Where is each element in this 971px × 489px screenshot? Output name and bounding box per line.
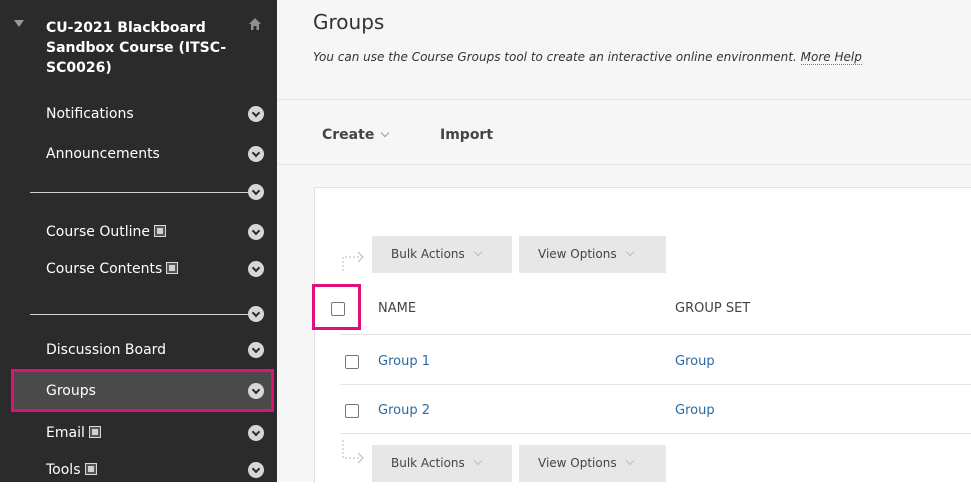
- chevron-down-icon[interactable]: [248, 462, 264, 478]
- sidebar-item-announcements[interactable]: Announcements: [0, 135, 277, 173]
- row-divider: [340, 334, 971, 335]
- bulk-arrow-icon: [342, 440, 364, 464]
- sidebar-item-label: Discussion Board: [46, 342, 167, 358]
- bulk-actions-label: Bulk Actions: [391, 247, 465, 261]
- sidebar-item-course-contents[interactable]: Course Contents: [0, 250, 277, 288]
- chevron-down-icon: [381, 128, 390, 138]
- group-set-link[interactable]: Group: [675, 403, 715, 418]
- sidebar-item-label: Course Contents: [46, 261, 163, 277]
- sidebar-item-discussion-board[interactable]: Discussion Board: [0, 331, 277, 369]
- chevron-down-icon: [625, 247, 634, 257]
- sidebar-item-label-wrap: Tools: [46, 462, 97, 478]
- chevron-down-icon[interactable]: [248, 342, 264, 358]
- home-icon[interactable]: [248, 17, 262, 31]
- page-description: You can use the Course Groups tool to cr…: [313, 50, 862, 65]
- divider: [277, 164, 971, 165]
- chevron-down-icon[interactable]: [248, 184, 264, 200]
- sidebar-item-groups[interactable]: Groups: [0, 372, 277, 410]
- menu-divider: [30, 192, 248, 193]
- chevron-down-icon[interactable]: [248, 383, 264, 399]
- sidebar-item-course-outline[interactable]: Course Outline: [0, 213, 277, 251]
- select-all-checkbox[interactable]: [331, 302, 345, 316]
- sidebar-item-label-wrap: Course Outline: [46, 224, 166, 240]
- external-link-icon: [88, 426, 101, 438]
- sidebar-item-email[interactable]: Email: [0, 414, 277, 452]
- sidebar-item-label: Course Outline: [46, 224, 150, 240]
- view-options-button[interactable]: View Options: [519, 236, 666, 273]
- column-header-name[interactable]: NAME: [378, 301, 416, 316]
- chevron-down-icon: [473, 247, 483, 257]
- group-set-link[interactable]: Group: [675, 354, 715, 369]
- row-divider: [340, 384, 971, 385]
- course-menu-sidebar: CU-2021 Blackboard Sandbox Course (ITSC-…: [0, 0, 277, 482]
- content-icon: [166, 262, 179, 274]
- create-menu-button[interactable]: Create: [322, 127, 390, 143]
- page-description-text: You can use the Course Groups tool to cr…: [313, 50, 797, 64]
- row-divider: [340, 433, 971, 434]
- chevron-down-icon[interactable]: [248, 306, 264, 322]
- bulk-actions-button[interactable]: Bulk Actions: [372, 445, 512, 482]
- sidebar-item-label: Announcements: [46, 146, 160, 162]
- row-checkbox[interactable]: [345, 404, 359, 418]
- chevron-down-icon: [473, 456, 483, 466]
- sidebar-item-label: Notifications: [46, 106, 134, 122]
- chevron-down-icon[interactable]: [248, 106, 264, 122]
- action-bar: Create Import: [277, 100, 971, 164]
- groups-table-panel: [314, 187, 971, 483]
- column-header-group-set[interactable]: GROUP SET: [675, 301, 750, 316]
- chevron-down-icon[interactable]: [248, 425, 264, 441]
- chevron-down-icon[interactable]: [248, 224, 264, 240]
- sidebar-item-label-wrap: Email: [46, 425, 101, 441]
- course-title[interactable]: CU-2021 Blackboard Sandbox Course (ITSC-…: [46, 18, 236, 78]
- group-name-link[interactable]: Group 2: [378, 403, 430, 418]
- view-options-label: View Options: [538, 247, 617, 261]
- import-button[interactable]: Import: [440, 127, 493, 143]
- chevron-down-icon: [625, 456, 634, 466]
- sidebar-item-label: Tools: [46, 462, 81, 478]
- course-header: CU-2021 Blackboard Sandbox Course (ITSC-…: [0, 8, 277, 92]
- group-name-link[interactable]: Group 1: [378, 354, 430, 369]
- sidebar-item-label: Groups: [46, 383, 96, 399]
- external-link-icon: [84, 463, 97, 475]
- menu-divider: [30, 314, 248, 315]
- page-title: Groups: [313, 10, 385, 34]
- more-help-link[interactable]: More Help: [800, 50, 862, 65]
- view-options-label: View Options: [538, 456, 617, 470]
- create-label: Create: [322, 127, 375, 143]
- chevron-down-icon[interactable]: [248, 146, 264, 162]
- view-options-button[interactable]: View Options: [519, 445, 666, 482]
- sidebar-item-label-wrap: Course Contents: [46, 261, 179, 277]
- sidebar-item-label: Email: [46, 425, 85, 441]
- bulk-arrow-icon: [342, 251, 364, 271]
- sidebar-item-notifications[interactable]: Notifications: [0, 95, 277, 133]
- bulk-actions-button[interactable]: Bulk Actions: [372, 236, 512, 273]
- row-checkbox[interactable]: [345, 355, 359, 369]
- bulk-actions-label: Bulk Actions: [391, 456, 465, 470]
- collapse-arrow-icon[interactable]: [14, 20, 24, 27]
- sidebar-item-tools[interactable]: Tools: [0, 451, 277, 489]
- content-icon: [153, 225, 166, 237]
- chevron-down-icon[interactable]: [248, 261, 264, 277]
